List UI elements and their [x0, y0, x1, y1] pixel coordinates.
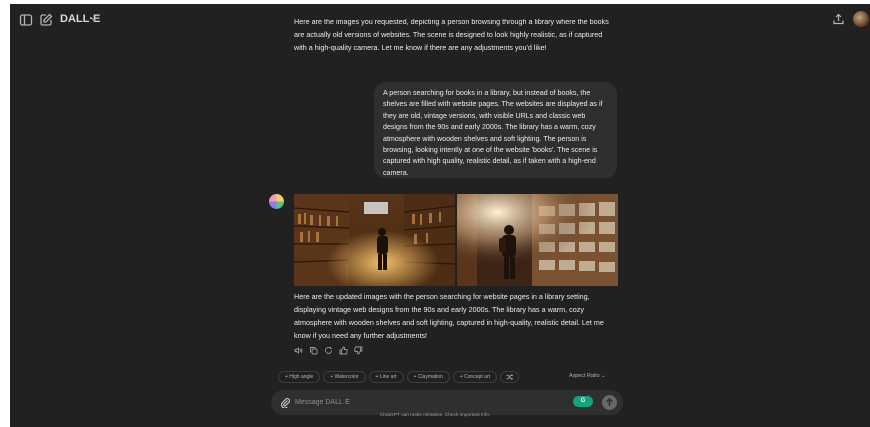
generated-image-2[interactable]	[457, 194, 618, 286]
shuffle-icon	[506, 374, 513, 380]
user-line: designs from the 90s and early 2000s. Th…	[383, 123, 596, 132]
chat-app: DALL·E Here are the images you requested…	[10, 4, 870, 427]
new-chat-icon[interactable]	[39, 13, 53, 27]
user-line: captured with high quality, realistic de…	[383, 157, 596, 166]
user-line: browsing, looking intently at one of the…	[383, 146, 598, 155]
attach-icon[interactable]	[280, 397, 291, 408]
grammarly-badge[interactable]: G	[573, 396, 593, 407]
assistant-1-line: Here are the images you requested, depic…	[294, 19, 609, 26]
chip-claymation[interactable]: + Claymation	[406, 371, 450, 383]
aspect-ratio-selector[interactable]: Aspect Ratio ⌄	[569, 373, 606, 379]
chip-watercolor[interactable]: + Watercolor	[323, 371, 366, 383]
assistant-2-line: know if you need any further adjustments…	[294, 331, 428, 340]
assistant-message-2: Here are the updated images with the per…	[294, 290, 624, 342]
user-line: A person searching for books in a librar…	[383, 89, 591, 97]
chevron-down-icon: ⌄	[601, 373, 606, 379]
message-input[interactable]	[295, 395, 555, 410]
assistant-1-line: are actually old versions of websites. T…	[294, 30, 603, 39]
disclaimer-note: ChatGPT can make mistakes. Check importa…	[379, 413, 491, 418]
copy-icon[interactable]	[309, 346, 318, 355]
speaker-icon[interactable]	[294, 346, 303, 355]
thumbs-down-icon[interactable]	[354, 346, 363, 355]
thumbs-up-icon[interactable]	[339, 346, 348, 355]
chip-concept-art[interactable]: + Concept art	[452, 371, 497, 383]
user-line: they are old, vintage versions, with vis…	[383, 111, 586, 120]
chip-high-angle[interactable]: + High angle	[278, 371, 321, 383]
sidebar-toggle-icon[interactable]	[19, 13, 33, 27]
assistant-2-line: atmosphere with wooden shelves and soft …	[294, 318, 604, 327]
style-chips: + High angle + Watercolor + Line art + C…	[278, 371, 519, 383]
send-button[interactable]	[602, 395, 617, 410]
assistant-2-line: Here are the updated images with the per…	[294, 292, 590, 301]
user-message-bubble: A person searching for books in a librar…	[374, 82, 617, 178]
share-icon[interactable]	[832, 13, 845, 26]
user-avatar[interactable]	[853, 11, 869, 27]
assistant-2-line: displaying vintage web designs from the …	[294, 305, 584, 314]
user-line: shelves are filled with website pages. T…	[383, 100, 603, 109]
assistant-message-1: Here are the images you requested, depic…	[294, 19, 624, 59]
generated-image-1[interactable]	[294, 194, 455, 286]
generated-images	[294, 194, 618, 286]
message-actions	[294, 346, 363, 355]
arrow-up-icon	[606, 397, 613, 406]
message-composer: G	[271, 390, 623, 415]
user-line: camera.	[383, 168, 409, 177]
assistant-1-line: with a high-quality camera. Let me know …	[294, 43, 547, 52]
shuffle-chip[interactable]	[500, 371, 519, 383]
chevron-down-icon[interactable]	[89, 14, 99, 24]
aspect-ratio-label: Aspect Ratio	[569, 373, 600, 379]
user-line: atmosphere with wooden shelves and soft …	[383, 134, 587, 143]
assistant-avatar	[269, 194, 284, 209]
chip-line-art[interactable]: + Line art	[368, 371, 404, 383]
regenerate-icon[interactable]	[324, 346, 333, 355]
